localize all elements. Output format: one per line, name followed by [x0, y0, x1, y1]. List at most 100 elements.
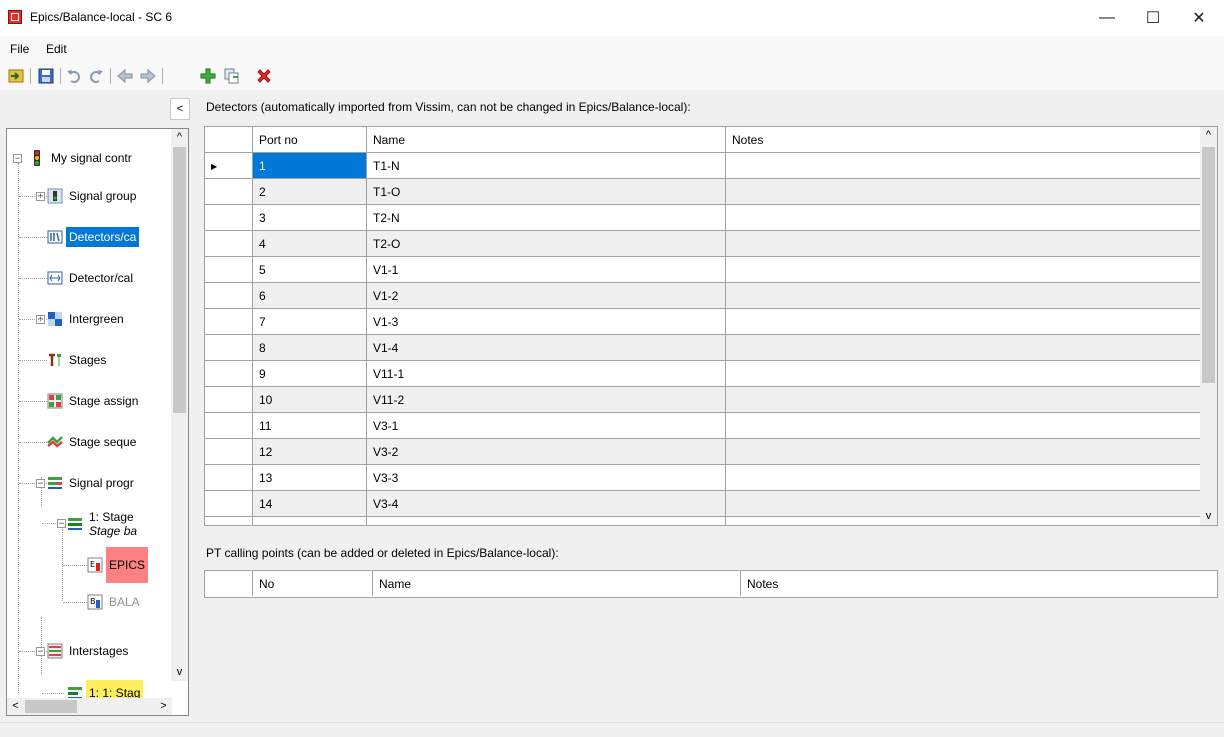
port-no-cell[interactable]: 3 — [253, 205, 367, 230]
port-no-cell[interactable]: 5 — [253, 257, 367, 282]
tree-item-detectors[interactable]: Detectors/ca — [47, 227, 140, 247]
grid-vertical-scrollbar[interactable]: ^ v — [1200, 127, 1217, 525]
tree-vertical-scrollbar[interactable]: ^ v — [171, 129, 188, 681]
port-no-cell[interactable]: 13 — [253, 465, 367, 490]
notes-cell[interactable] — [726, 153, 1200, 178]
notes-cell[interactable] — [726, 517, 1200, 525]
notes-cell[interactable] — [726, 179, 1200, 204]
forward-icon[interactable] — [140, 68, 156, 84]
minimize-button[interactable]: — — [1084, 0, 1130, 36]
port-no-cell[interactable]: 2 — [253, 179, 367, 204]
name-cell[interactable]: V1-2 — [367, 283, 726, 308]
name-cell[interactable]: V11-1 — [367, 361, 726, 386]
menu-file[interactable]: File — [10, 42, 29, 56]
notes-cell[interactable] — [726, 231, 1200, 256]
tree-item-bala[interactable]: B BALA — [87, 592, 143, 612]
tree-item-stage-assignment[interactable]: Stage assign — [47, 391, 141, 411]
tree-item-interstages[interactable]: Interstages — [47, 641, 131, 661]
table-row[interactable]: 7 V1-3 — [205, 309, 1217, 335]
table-row[interactable]: 3 T2-N — [205, 205, 1217, 231]
row-header[interactable] — [205, 491, 253, 516]
tree-item-stage-sequence[interactable]: Stage seque — [47, 432, 139, 452]
delete-icon[interactable] — [256, 68, 272, 84]
column-header-name[interactable]: Name — [367, 127, 726, 152]
row-header[interactable] — [205, 231, 253, 256]
collapse-expander[interactable]: − — [13, 154, 22, 163]
table-row[interactable]: 2 T1-O — [205, 179, 1217, 205]
tree-item-detector-call[interactable]: Detector/cal — [47, 268, 136, 288]
port-no-cell[interactable]: 10 — [253, 387, 367, 412]
port-no-cell[interactable]: 6 — [253, 283, 367, 308]
notes-cell[interactable] — [726, 465, 1200, 490]
row-header[interactable] — [205, 465, 253, 490]
name-cell[interactable]: T2-N — [367, 205, 726, 230]
detectors-grid[interactable]: Port no Name Notes ▶ 1 T1-N 2 T1-O 3 T2-N 4 T2-O… — [204, 126, 1218, 526]
redo-icon[interactable] — [88, 68, 104, 84]
table-row[interactable]: 11 V3-1 — [205, 413, 1217, 439]
tree-item-signal-program[interactable]: Signal progr — [47, 473, 137, 493]
notes-cell[interactable] — [726, 205, 1200, 230]
tree-item-stages[interactable]: Stages — [47, 350, 109, 370]
row-header[interactable] — [205, 517, 253, 525]
notes-cell[interactable] — [726, 335, 1200, 360]
menu-edit[interactable]: Edit — [46, 42, 67, 56]
port-no-cell[interactable]: 9 — [253, 361, 367, 386]
name-cell[interactable]: V1-4 — [367, 335, 726, 360]
notes-cell[interactable] — [726, 439, 1200, 464]
tree-horizontal-scrollbar[interactable]: < > — [7, 698, 172, 715]
close-button[interactable]: ✕ — [1176, 0, 1222, 36]
notes-cell[interactable] — [726, 283, 1200, 308]
back-icon[interactable] — [117, 68, 133, 84]
table-row[interactable]: 9 V11-1 — [205, 361, 1217, 387]
scroll-down-arrow[interactable]: v — [1200, 508, 1217, 525]
scroll-up-arrow[interactable]: ^ — [171, 129, 188, 146]
undo-icon[interactable] — [66, 68, 82, 84]
scroll-right-arrow[interactable]: > — [155, 698, 172, 715]
name-cell[interactable]: V3-1 — [367, 413, 726, 438]
table-row[interactable]: 10 V11-2 — [205, 387, 1217, 413]
row-header[interactable] — [205, 413, 253, 438]
name-cell[interactable]: V3-3 — [367, 465, 726, 490]
name-cell[interactable]: V11-2 — [367, 387, 726, 412]
notes-cell[interactable] — [726, 491, 1200, 516]
add-icon[interactable] — [200, 68, 216, 84]
port-no-cell[interactable]: 8 — [253, 335, 367, 360]
port-no-cell[interactable]: 4 — [253, 231, 367, 256]
name-cell[interactable]: T1-N — [367, 153, 726, 178]
name-cell[interactable]: V3-5 — [367, 517, 726, 525]
maximize-button[interactable]: ☐ — [1130, 0, 1176, 36]
row-header[interactable] — [205, 257, 253, 282]
tree-item-intergreen[interactable]: Intergreen — [47, 309, 127, 329]
tree-item-signal-group[interactable]: Signal group — [47, 186, 139, 206]
port-no-cell[interactable]: 1 — [253, 153, 367, 178]
table-row[interactable]: 13 V3-3 — [205, 465, 1217, 491]
port-no-cell[interactable]: 15 — [253, 517, 367, 525]
import-icon[interactable] — [8, 68, 24, 84]
collapse-sidebar-button[interactable]: < — [170, 98, 190, 120]
name-cell[interactable]: V1-3 — [367, 309, 726, 334]
row-header[interactable] — [205, 179, 253, 204]
name-cell[interactable]: V3-4 — [367, 491, 726, 516]
row-header[interactable] — [205, 361, 253, 386]
row-header[interactable] — [205, 283, 253, 308]
column-header-notes[interactable]: Notes — [726, 127, 1200, 152]
table-row[interactable]: 14 V3-4 — [205, 491, 1217, 517]
row-header[interactable] — [205, 205, 253, 230]
tree-item-stage-program[interactable]: 1: Stage Stage ba — [67, 506, 140, 542]
table-row[interactable]: 5 V1-1 — [205, 257, 1217, 283]
port-no-cell[interactable]: 11 — [253, 413, 367, 438]
row-header[interactable] — [205, 309, 253, 334]
notes-cell[interactable] — [726, 387, 1200, 412]
notes-cell[interactable] — [726, 309, 1200, 334]
duplicate-icon[interactable] — [224, 68, 240, 84]
tree-item-signal-controller[interactable]: My signal contr — [29, 148, 135, 168]
column-header-port-no[interactable]: Port no — [253, 127, 367, 152]
column-header-no[interactable]: No — [253, 571, 373, 596]
scroll-left-arrow[interactable]: < — [7, 698, 24, 715]
tree-hscroll-thumb[interactable] — [25, 700, 77, 713]
column-header-notes[interactable]: Notes — [741, 571, 1217, 596]
name-cell[interactable]: T1-O — [367, 179, 726, 204]
row-header[interactable] — [205, 439, 253, 464]
scroll-up-arrow[interactable]: ^ — [1200, 127, 1217, 144]
name-cell[interactable]: V1-1 — [367, 257, 726, 282]
